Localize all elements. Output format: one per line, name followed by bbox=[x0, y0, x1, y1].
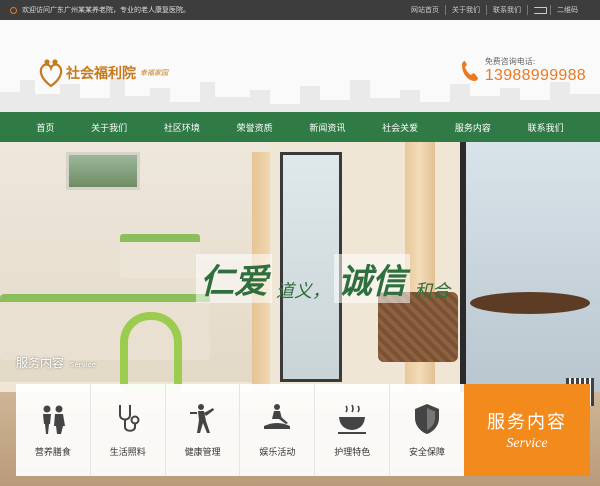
service-label: 生活照料 bbox=[109, 448, 146, 458]
nav-about[interactable]: 关于我们 bbox=[91, 121, 127, 134]
services-cta-label: 服务内容 bbox=[487, 412, 567, 433]
welcome-text: 欢迎访问广东广州某某养老院，专业的老人康复医院。 bbox=[22, 6, 190, 14]
qr-code-label: 二维码 bbox=[550, 5, 584, 15]
massage-icon bbox=[264, 404, 291, 429]
stethoscope-icon bbox=[118, 405, 140, 432]
services-title-en: Service bbox=[70, 361, 96, 369]
hotline-number[interactable]: 13988999988 bbox=[485, 67, 586, 85]
phone-icon bbox=[461, 60, 478, 81]
top-bar: 欢迎访问广东广州某某养老院，专业的老人康复医院。 网站首页 关于我们 联系我们 … bbox=[0, 0, 600, 20]
service-item-nutrition[interactable]: 营养膳食 bbox=[16, 384, 91, 476]
main-nav: 首页 关于我们 社区环境 荣誉资质 新闻资讯 社会关爱 服务内容 联系我们 bbox=[0, 112, 600, 142]
services-bar: 营养膳食 生活照料 健康管理 娱乐活动 护理特色 安全保障 bbox=[16, 384, 464, 476]
banner-table bbox=[470, 292, 590, 314]
brand-sub: 幸福家园 bbox=[140, 69, 168, 77]
mobile-icon bbox=[534, 6, 547, 14]
nav-care[interactable]: 社会关爱 bbox=[382, 121, 418, 134]
nav-home[interactable]: 首页 bbox=[36, 121, 54, 134]
service-label: 营养膳食 bbox=[34, 448, 71, 458]
service-label: 健康管理 bbox=[184, 448, 221, 458]
service-item-nursing[interactable]: 护理特色 bbox=[315, 384, 391, 476]
site-dot-icon bbox=[10, 6, 17, 14]
banner-bed-back bbox=[120, 234, 200, 278]
hero-banner: 仁爱 道义， 诚信 和合 服务内容 Service 营养膳食 生活照料 健康管理… bbox=[0, 142, 600, 486]
hotline-label: 免费咨询电话: bbox=[484, 57, 536, 66]
slogan-benevolence: 仁爱 bbox=[196, 254, 272, 303]
service-item-recreation[interactable]: 娱乐活动 bbox=[240, 384, 316, 476]
services-heading: 服务内容 Service bbox=[16, 354, 96, 371]
service-item-daily-care[interactable]: 生活照料 bbox=[91, 384, 166, 476]
service-item-security[interactable]: 安全保障 bbox=[390, 384, 464, 476]
bowl-icon bbox=[338, 404, 367, 434]
top-link-contact[interactable]: 联系我们 bbox=[486, 5, 527, 15]
people-icon bbox=[42, 405, 65, 434]
exercise-icon bbox=[189, 404, 214, 433]
nav-news[interactable]: 新闻资讯 bbox=[309, 121, 345, 134]
service-item-health[interactable]: 健康管理 bbox=[166, 384, 241, 476]
service-label: 娱乐活动 bbox=[259, 448, 296, 458]
nav-services[interactable]: 服务内容 bbox=[455, 121, 491, 134]
site-header: 社会福利院 幸福家园 免费咨询电话: 13988999988 bbox=[0, 20, 600, 112]
services-cta-label-en: Service bbox=[506, 436, 548, 451]
site-logo[interactable]: 社会福利院 幸福家园 bbox=[38, 58, 168, 88]
top-link-home[interactable]: 网站首页 bbox=[405, 5, 445, 15]
services-title: 服务内容 bbox=[16, 356, 65, 370]
hotline: 免费咨询电话: 13988999988 bbox=[461, 56, 586, 85]
nav-environment[interactable]: 社区环境 bbox=[164, 121, 200, 134]
banner-painting bbox=[66, 152, 140, 190]
service-label: 安全保障 bbox=[409, 448, 446, 458]
slogan-harmony: 和合 bbox=[414, 281, 450, 302]
top-link-about[interactable]: 关于我们 bbox=[445, 5, 486, 15]
brand-name: 社会福利院 bbox=[66, 66, 136, 82]
nav-honors[interactable]: 荣誉资质 bbox=[237, 121, 273, 134]
service-label: 护理特色 bbox=[334, 448, 371, 458]
banner-slogan: 仁爱 道义， 诚信 和合 bbox=[196, 254, 450, 303]
slogan-righteousness: 道义， bbox=[276, 281, 330, 302]
services-cta-button[interactable]: 服务内容 Service bbox=[464, 384, 590, 476]
slogan-integrity: 诚信 bbox=[334, 254, 410, 303]
shield-icon bbox=[415, 404, 440, 434]
nav-contact[interactable]: 联系我们 bbox=[528, 121, 564, 134]
banner-chair bbox=[120, 312, 182, 392]
banner-window-right bbox=[460, 142, 600, 392]
qr-code-link[interactable]: 二维码 bbox=[527, 5, 590, 15]
top-links: 网站首页 关于我们 联系我们 二维码 bbox=[405, 5, 590, 15]
heart-family-logo-icon bbox=[39, 59, 63, 88]
